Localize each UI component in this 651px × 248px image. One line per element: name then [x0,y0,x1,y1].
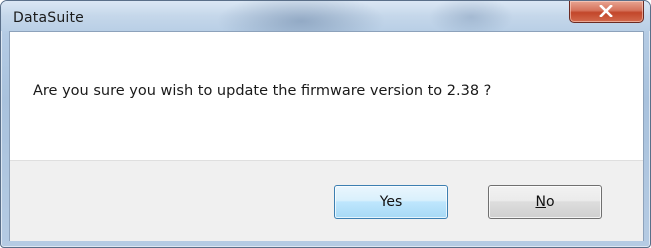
dialog-content: Are you sure you wish to update the firm… [9,31,644,241]
dialog-window: DataSuite Are you sure you wish to updat… [0,0,651,248]
window-title: DataSuite [13,10,84,26]
no-button-mnemonic: N [535,194,546,210]
no-button-label: o [545,194,555,210]
close-icon [599,5,613,17]
title-bar[interactable]: DataSuite [1,1,650,31]
yes-button-label: Yes [379,194,403,210]
yes-button[interactable]: Yes [334,185,448,219]
dialog-message: Are you sure you wish to update the firm… [33,83,492,99]
no-button[interactable]: No [488,185,602,219]
close-button[interactable] [569,1,644,23]
button-area: Yes No [10,160,643,241]
message-area: Are you sure you wish to update the firm… [10,32,643,160]
